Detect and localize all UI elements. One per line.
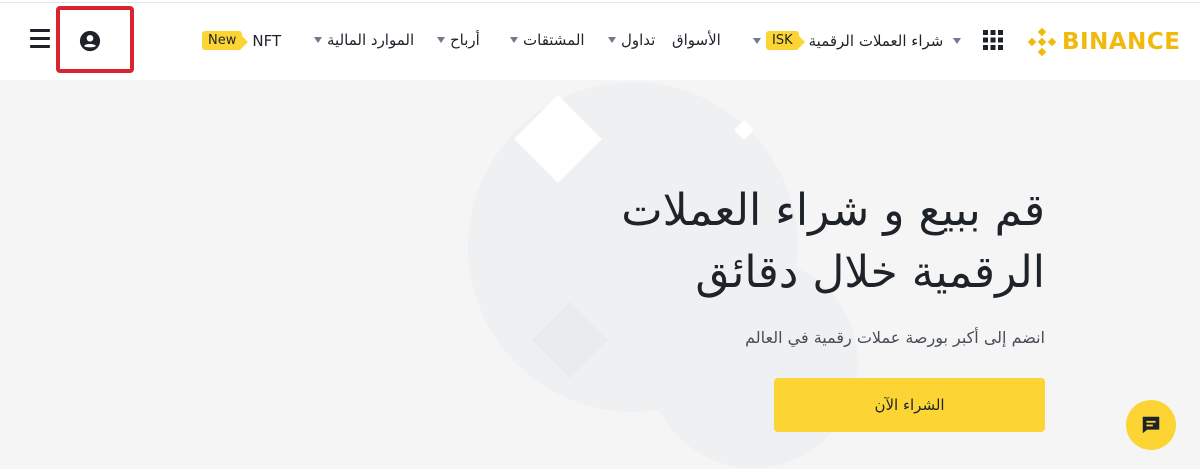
nav-item-derivatives[interactable]: المشتقات xyxy=(505,31,585,49)
menu-icon[interactable] xyxy=(30,29,50,53)
chevron-down-icon xyxy=(510,37,518,43)
nav-label: تداول xyxy=(621,31,656,49)
nav-label: شراء العملات الرقمية xyxy=(808,31,944,50)
chevron-down-icon xyxy=(953,37,962,44)
chevron-down-icon xyxy=(314,37,322,43)
nav-item-nft[interactable]: New NFT xyxy=(202,31,281,50)
logo-text: BINANCE xyxy=(1062,29,1181,55)
profile-icon[interactable] xyxy=(79,30,101,52)
nav-item-markets[interactable]: الأسواق xyxy=(672,31,721,49)
nav-item-trade[interactable]: تداول xyxy=(603,31,655,49)
hero-subtitle: انضم إلى أكبر بورصة عملات رقمية في العال… xyxy=(745,328,1045,347)
chevron-down-icon xyxy=(437,37,445,43)
nav-label: أرباح xyxy=(450,31,480,49)
nav-label: الأسواق xyxy=(672,31,721,49)
hero-title-line: الرقمية خلال دقائق xyxy=(695,247,1045,298)
nav-item-financial-resources[interactable]: الموارد المالية xyxy=(309,31,414,49)
nav-label: الموارد المالية xyxy=(327,31,415,49)
chat-button[interactable] xyxy=(1126,400,1176,450)
divider xyxy=(0,2,1200,3)
hero-title-line: قم ببيع و شراء العملات xyxy=(621,185,1045,236)
hero-title: قم ببيع و شراء العملات الرقمية خلال دقائ… xyxy=(505,180,1045,304)
nav-item-buy-crypto[interactable]: ISK شراء العملات الرقمية xyxy=(748,31,966,50)
chevron-down-icon xyxy=(608,37,616,43)
binance-logo[interactable]: BINANCE xyxy=(1028,28,1180,56)
nav-label: NFT xyxy=(252,31,282,50)
top-navigation-bar: New NFT الموارد المالية أرباح المشتقات ت… xyxy=(0,0,1200,80)
buy-now-button[interactable]: الشراء الآن xyxy=(774,378,1045,432)
chat-icon xyxy=(1142,416,1160,434)
currency-badge: ISK xyxy=(766,31,805,50)
apps-grid-icon[interactable] xyxy=(983,30,1003,50)
chevron-down-icon xyxy=(753,37,761,44)
nav-label: المشتقات xyxy=(523,31,585,49)
binance-logo-icon xyxy=(1028,28,1056,56)
nav-item-earn[interactable]: أرباح xyxy=(432,31,480,49)
new-badge: New xyxy=(202,31,249,50)
